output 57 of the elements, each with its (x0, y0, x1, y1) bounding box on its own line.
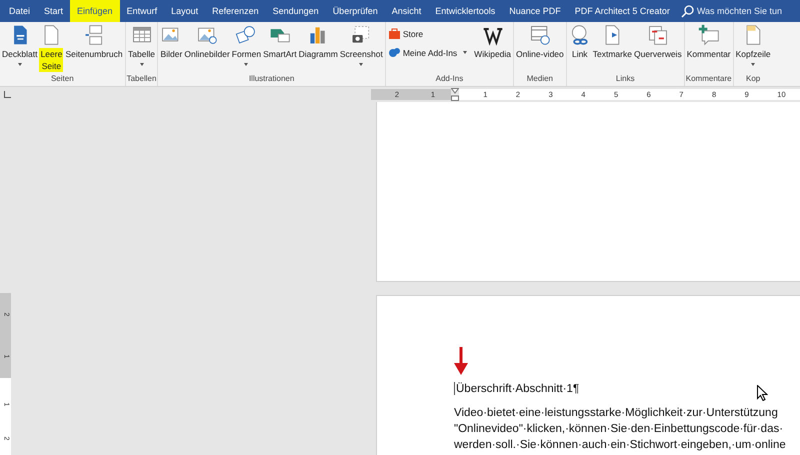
ribbon-button[interactable]: SmartArt (262, 24, 298, 60)
group-label: Tabellen (126, 74, 156, 85)
tab-stop-icon[interactable] (4, 91, 11, 98)
store-bag-icon (388, 28, 400, 39)
ribbon-button[interactable]: Bilder (159, 24, 184, 60)
group-label: Illustrationen (248, 74, 294, 85)
heading-text: Überschrift·Abschnitt·1¶ (454, 382, 580, 395)
ribbon-tab[interactable]: PDF Architect 5 Creator (568, 0, 677, 22)
ribbon-button[interactable]: Link (568, 24, 592, 60)
ribbon-tab[interactable]: Einfügen (70, 0, 120, 22)
down-arrow-icon (454, 347, 468, 375)
ribbon-button[interactable]: Kopfzeile (734, 24, 772, 66)
ribbon-button[interactable]: Kommentar (686, 24, 732, 60)
ribbon-tab[interactable]: Layout (164, 0, 206, 22)
ribbon-button[interactable]: Screenshot (338, 24, 384, 66)
indent-marker-icon[interactable] (451, 88, 459, 101)
ribbon-button[interactable]: Leere Seite (38, 24, 64, 72)
ribbon-button[interactable]: Meine Add-Ins (386, 46, 470, 59)
search-icon (680, 4, 694, 18)
ribbon-tab[interactable]: Sendungen (266, 0, 326, 22)
ribbon-button[interactable]: Tabelle (127, 24, 156, 66)
group-label: Seiten (50, 74, 74, 85)
puzzle-icon (388, 47, 400, 58)
caret-icon (244, 63, 248, 66)
body-text-line: "Onlinevideo"·klicken,·können·Sie·den·Einbettungscode·für·das· (454, 422, 784, 437)
ribbon-button[interactable]: Diagramm (298, 24, 339, 60)
ribbon-tab[interactable]: Start (37, 0, 70, 22)
ribbon-tab[interactable]: Entwicklertools (428, 0, 502, 22)
search-field[interactable]: Was möchten Sie tun (696, 6, 783, 16)
ribbon-tab[interactable]: Nuance PDF (502, 0, 568, 22)
caret-icon (140, 63, 144, 66)
ribbon-button[interactable]: Formen (230, 24, 262, 66)
group-label: Add-Ins (436, 74, 464, 85)
caret-icon (463, 51, 468, 54)
ribbon-button[interactable]: Seitenumbruch (64, 24, 124, 60)
ribbon-tab[interactable]: Überprüfen (326, 0, 385, 22)
ribbon-button[interactable]: Onlinebilder (183, 24, 231, 60)
ribbon-button[interactable]: Wikipedia (473, 24, 512, 60)
ribbon-button[interactable]: Textmarke (592, 24, 633, 60)
group-label: Kommentare (686, 74, 732, 85)
caret-icon (359, 63, 364, 66)
mouse-pointer-icon (757, 385, 768, 401)
caret-icon (751, 63, 756, 66)
body-text-line: werden·soll.·Sie·können·auch·ein·Stichwort·eingeben,·um·online (454, 438, 787, 453)
ribbon-tab[interactable]: Datei (2, 0, 38, 22)
ribbon-button[interactable]: Querverweis (632, 24, 683, 60)
group-label: Links (616, 74, 635, 85)
body-text-line: Video·bietet·eine·leistungsstarke·Möglichkeit·zur·Unterstützung (454, 406, 779, 421)
ribbon-tab[interactable]: Entwurf (120, 0, 164, 22)
ribbon-button[interactable]: Store (386, 27, 470, 40)
ribbon-tab[interactable]: Ansicht (384, 0, 428, 22)
ribbon-tab[interactable]: Referenzen (205, 0, 266, 22)
caret-icon (18, 63, 22, 66)
group-label: Kop (746, 74, 760, 85)
group-label: Medien (526, 74, 554, 85)
ribbon-button[interactable]: Deckblatt (1, 24, 38, 66)
ribbon-button[interactable]: Online-video (515, 24, 565, 60)
